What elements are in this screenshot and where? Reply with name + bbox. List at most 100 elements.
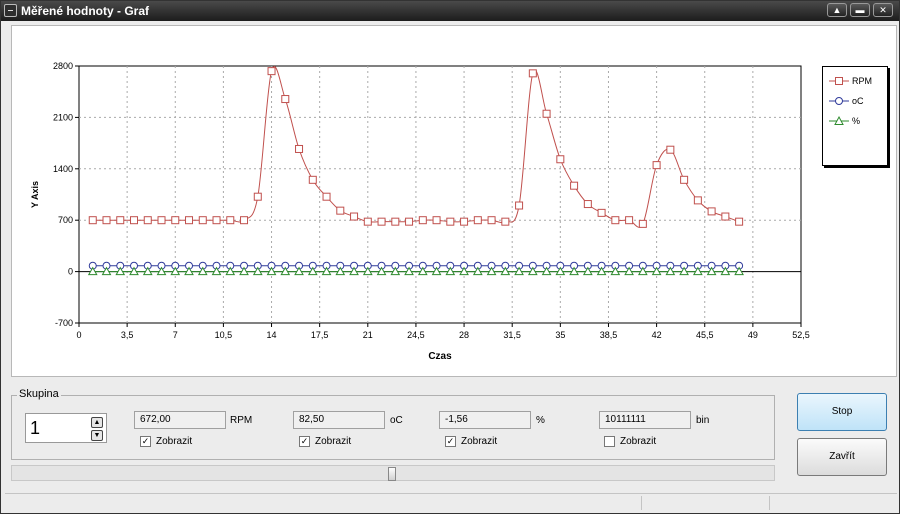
legend-label-oc: oC [852,96,864,106]
x-tick-label: 42 [652,330,662,340]
rpm-value-field: 672,00 [134,411,226,429]
title-bar: Měřené hodnoty - Graf ▲ ▬ ✕ [1,1,899,21]
data-point-rpm [432,216,441,225]
maximize-button[interactable]: ▬ [850,3,870,17]
data-point-rpm [253,192,262,201]
slider-track[interactable] [11,465,775,481]
y-tick-label: 2800 [53,61,73,71]
data-point-rpm [322,192,331,201]
data-point-rpm [130,216,139,225]
checkbox-check-icon: ✓ [140,436,151,447]
oc-value-field: 82,50 [293,411,385,429]
data-point-rpm [625,216,634,225]
data-point-rpm [240,216,249,225]
data-point-rpm [295,144,304,153]
chart-panel: 0 3,5 7 10,5 14 17,5 21 24,5 28 31,5 35 38,5 42 45,5 4… [11,25,897,377]
data-point-rpm [638,219,647,228]
data-point-rpm [556,155,565,164]
stop-button[interactable]: Stop [797,393,887,431]
y-tick-label: 1400 [53,164,73,174]
graph-window: Měřené hodnoty - Graf ▲ ▬ ✕ 0 3,5 7 10,5 14 1… [0,0,900,514]
bin-value-field: 10111111 [599,411,691,429]
data-point-rpm [528,69,537,78]
legend-swatch-circle-icon [829,97,849,105]
x-tick-label: 10,5 [215,330,233,340]
data-point-rpm [405,217,414,226]
x-tick-label: 14 [267,330,277,340]
line-chart: 0 3,5 7 10,5 14 17,5 21 24,5 28 31,5 35 38,5 42 45,5 4… [30,61,810,362]
window-title: Měřené hodnoty - Graf [21,4,150,18]
data-point-rpm [143,216,152,225]
data-point-rpm [116,216,125,225]
data-point-rpm [418,216,427,225]
data-point-rpm [501,217,510,226]
data-point-rpm [281,95,290,104]
data-point-rpm [721,212,730,221]
close-button[interactable]: Zavřít [797,438,887,476]
data-point-rpm [597,208,606,217]
rpm-unit-label: RPM [230,415,253,426]
y-axis-label: Y Axis [30,181,40,208]
x-tick-label: 0 [76,330,81,340]
oc-show-label: Zobrazit [315,436,352,447]
bin-unit-label: bin [696,415,710,426]
oc-unit-label: oC [390,415,403,426]
data-point-rpm [652,161,661,170]
system-menu-icon[interactable] [4,4,17,17]
data-point-rpm [226,216,235,225]
minimize-button[interactable]: ▲ [827,3,847,17]
data-point-rpm [363,217,372,226]
data-point-rpm [391,217,400,226]
slider-thumb[interactable] [388,467,396,481]
x-tick-label: 3,5 [121,330,134,340]
group-label: Skupina [17,388,61,400]
data-point-rpm [350,212,359,221]
y-tick-label: 2100 [53,112,73,122]
y-tick-label: 0 [68,267,73,277]
spinner-down-icon[interactable]: ▼ [91,430,103,441]
percent-show-label: Zobrazit [461,436,498,447]
data-point-rpm [377,217,386,226]
data-point-rpm [212,216,221,225]
x-tick-label: 31,5 [503,330,521,340]
percent-value-field: -1,56 [439,411,531,429]
data-point-rpm [460,217,469,226]
x-tick-label: 52,5 [792,330,810,340]
data-point-rpm [583,200,592,209]
data-point-rpm [473,216,482,225]
data-point-rpm [515,201,524,210]
x-tick-label: 28 [459,330,469,340]
data-point-rpm [102,216,111,225]
percent-unit-label: % [536,415,545,426]
legend-label-percent: % [852,116,861,126]
x-tick-label: 45,5 [696,330,714,340]
data-point-rpm [611,216,620,225]
data-point-rpm [666,145,675,154]
data-point-rpm [185,216,194,225]
chart-legend: RPM oC % [822,66,888,166]
x-tick-label: 17,5 [311,330,329,340]
data-point-rpm [446,217,455,226]
data-point-rpm [693,196,702,205]
y-tick-label: 700 [58,215,73,225]
data-point-rpm [680,175,689,184]
x-tick-label: 35 [555,330,565,340]
y-tick-label: -700 [55,318,73,328]
x-tick-label: 21 [363,330,373,340]
legend-swatch-square-icon [829,77,849,85]
x-axis-label: Czas [428,351,452,362]
data-point-rpm [157,216,166,225]
data-point-rpm [267,67,276,76]
close-window-button[interactable]: ✕ [873,3,893,17]
checkbox-check-icon: ✓ [299,436,310,447]
data-point-rpm [542,109,551,118]
data-point-rpm [336,206,345,215]
x-tick-label: 24,5 [407,330,425,340]
bin-show-label: Zobrazit [620,436,657,447]
legend-label-rpm: RPM [852,76,872,86]
rpm-show-label: Zobrazit [156,436,193,447]
spinner-up-icon[interactable]: ▲ [91,417,103,428]
data-point-rpm [735,217,744,226]
x-tick-label: 7 [173,330,178,340]
group-spinner[interactable]: 1 ▲ ▼ [25,413,107,443]
